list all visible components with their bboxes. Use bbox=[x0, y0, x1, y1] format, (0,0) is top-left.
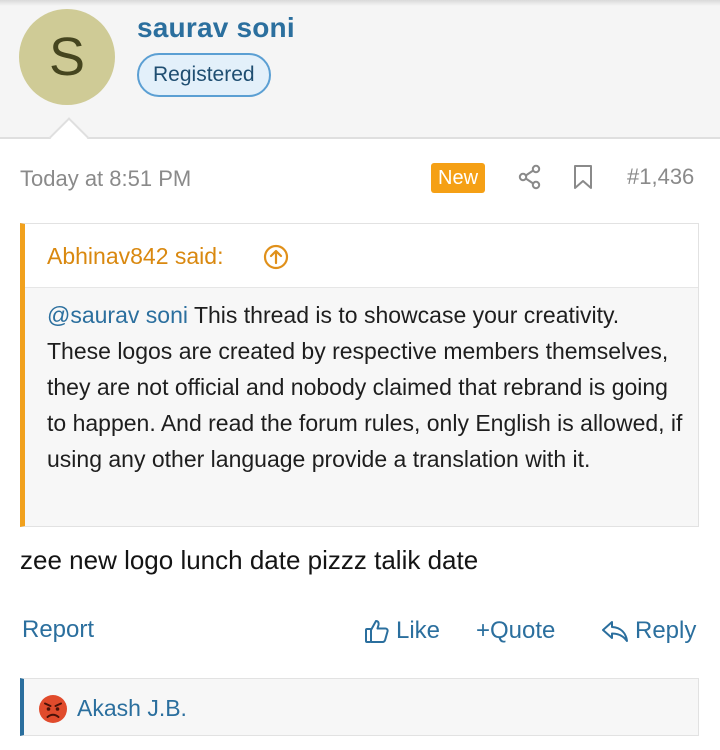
reply-label: Reply bbox=[635, 617, 697, 644]
avatar[interactable]: S bbox=[19, 9, 115, 105]
user-mention-link[interactable]: @saurav soni bbox=[47, 302, 188, 328]
quote-author-link[interactable]: Abhinav842 said: bbox=[47, 243, 223, 270]
quote-block: Abhinav842 said: @saurav soni This threa… bbox=[20, 223, 699, 527]
reactions-bar[interactable]: Akash J.B. bbox=[20, 678, 699, 736]
username-link[interactable]: saurav soni bbox=[137, 12, 295, 44]
new-badge: New bbox=[431, 163, 486, 193]
thumbs-up-icon bbox=[365, 620, 389, 643]
like-button[interactable]: Like bbox=[364, 614, 440, 648]
user-title-badge: Registered bbox=[137, 53, 271, 97]
reply-button[interactable]: Reply bbox=[601, 614, 696, 648]
post-date-link[interactable]: Today at 8:51 PM bbox=[20, 166, 191, 192]
like-label: Like bbox=[396, 617, 441, 644]
reaction-user-link[interactable]: Akash J.B. bbox=[77, 695, 187, 722]
top-shadow bbox=[0, 0, 720, 6]
angry-face-icon bbox=[39, 695, 67, 723]
post-meta-row: Today at 8:51 PM New #1,436 bbox=[0, 158, 720, 198]
arrow-up-circle-icon[interactable] bbox=[263, 244, 289, 270]
share-icon[interactable] bbox=[517, 164, 543, 190]
quote-header: Abhinav842 said: bbox=[25, 224, 698, 288]
post-number-link[interactable]: #1,436 bbox=[627, 164, 694, 190]
post-message: zee new logo lunch date pizzz talik date bbox=[20, 545, 479, 575]
reply-arrow-icon bbox=[602, 621, 628, 642]
bookmark-icon[interactable] bbox=[571, 164, 595, 190]
report-button[interactable]: Report bbox=[22, 616, 94, 644]
user-header: S saurav soni Registered bbox=[0, 0, 720, 139]
quote-label: +Quote bbox=[476, 617, 556, 644]
quote-text: @saurav soni This thread is to showcase … bbox=[47, 297, 687, 477]
post-actions: Report Like +Quote Reply bbox=[0, 612, 720, 652]
quote-button[interactable]: +Quote bbox=[476, 614, 555, 648]
